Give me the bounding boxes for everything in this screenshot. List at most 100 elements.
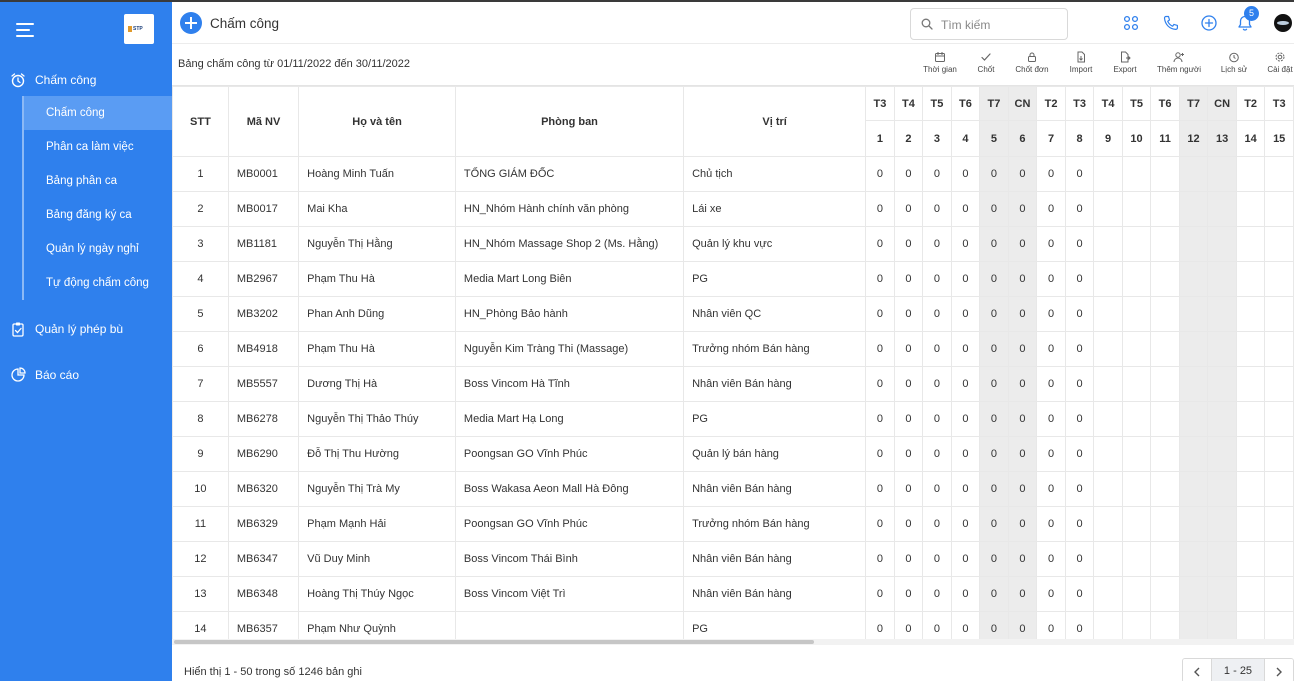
- day-cell[interactable]: [1207, 506, 1237, 542]
- day-cell[interactable]: 0: [865, 226, 895, 262]
- day-cell[interactable]: 0: [893, 331, 924, 367]
- day-cell[interactable]: [1121, 436, 1152, 472]
- day-cell[interactable]: 0: [865, 506, 895, 542]
- day-cell[interactable]: [1093, 436, 1123, 472]
- day-cell[interactable]: 0: [979, 611, 1009, 642]
- previous-page-button[interactable]: [1183, 659, 1211, 681]
- day-cell[interactable]: [1093, 541, 1123, 577]
- day-cell[interactable]: 0: [865, 611, 895, 642]
- day-cell[interactable]: [1235, 366, 1266, 402]
- table-row[interactable]: 7 MB5557 Dương Thị Hà Boss Vincom Hà Tĩnh Nh…: [172, 366, 1294, 402]
- day-cell[interactable]: [1093, 296, 1123, 332]
- day-cell[interactable]: 0: [1064, 541, 1095, 577]
- day-cell[interactable]: [1093, 331, 1123, 367]
- day-cell[interactable]: 0: [922, 296, 952, 332]
- day-cell[interactable]: 0: [1064, 576, 1095, 612]
- day-cell[interactable]: [1093, 226, 1123, 262]
- day-cell[interactable]: 0: [865, 436, 895, 472]
- day-cell[interactable]: 0: [893, 541, 924, 577]
- day-cell[interactable]: [1207, 191, 1237, 227]
- day-cell[interactable]: [1121, 471, 1152, 507]
- day-cell[interactable]: [1207, 436, 1237, 472]
- day-cell[interactable]: [1121, 401, 1152, 437]
- day-cell[interactable]: 0: [893, 261, 924, 297]
- day-cell[interactable]: 0: [979, 541, 1009, 577]
- day-cell[interactable]: [1121, 541, 1152, 577]
- day-cell[interactable]: 0: [1036, 156, 1066, 192]
- lock-requests-button[interactable]: Chốt đơn: [1010, 51, 1054, 74]
- day-cell[interactable]: 0: [893, 156, 924, 192]
- day-cell[interactable]: [1235, 436, 1266, 472]
- day-cell[interactable]: 0: [893, 226, 924, 262]
- day-cell[interactable]: 0: [1036, 331, 1066, 367]
- day-cell[interactable]: 0: [1007, 611, 1038, 642]
- day-cell[interactable]: 0: [865, 331, 895, 367]
- day-cell[interactable]: [1178, 331, 1209, 367]
- menu-toggle-icon[interactable]: [16, 23, 34, 37]
- day-cell[interactable]: [1178, 226, 1209, 262]
- day-cell[interactable]: [1178, 191, 1209, 227]
- day-cell[interactable]: 0: [950, 611, 981, 642]
- table-row[interactable]: 4 MB2967 Phạm Thu Hà Media Mart Long Biên PG…: [172, 261, 1294, 297]
- day-cell[interactable]: 0: [865, 191, 895, 227]
- export-button[interactable]: Export: [1103, 51, 1147, 74]
- day-cell[interactable]: [1178, 156, 1209, 192]
- day-cell[interactable]: 0: [893, 436, 924, 472]
- sidebar-item-cham-cong[interactable]: Chấm công: [24, 96, 172, 130]
- day-cell[interactable]: 0: [979, 191, 1009, 227]
- day-cell[interactable]: 0: [979, 366, 1009, 402]
- day-cell[interactable]: 0: [1064, 366, 1095, 402]
- day-cell[interactable]: 0: [893, 611, 924, 642]
- day-cell[interactable]: 0: [922, 471, 952, 507]
- day-cell[interactable]: [1121, 366, 1152, 402]
- day-cell[interactable]: 0: [950, 191, 981, 227]
- day-cell[interactable]: 0: [950, 261, 981, 297]
- day-cell[interactable]: [1150, 401, 1180, 437]
- day-cell[interactable]: 0: [1007, 576, 1038, 612]
- day-cell[interactable]: 0: [893, 296, 924, 332]
- day-cell[interactable]: 0: [1064, 261, 1095, 297]
- day-cell[interactable]: 0: [893, 366, 924, 402]
- day-cell[interactable]: [1150, 576, 1180, 612]
- search-input[interactable]: [941, 16, 1061, 34]
- day-cell[interactable]: [1150, 366, 1180, 402]
- day-cell[interactable]: [1178, 401, 1209, 437]
- day-cell[interactable]: 0: [1036, 506, 1066, 542]
- day-cell[interactable]: [1150, 156, 1180, 192]
- day-cell[interactable]: 0: [950, 576, 981, 612]
- day-cell[interactable]: 0: [979, 436, 1009, 472]
- day-cell[interactable]: 0: [865, 366, 895, 402]
- sidebar-item-quan-ly-ngay-nghi[interactable]: Quản lý ngày nghỉ: [24, 232, 172, 266]
- day-cell[interactable]: 0: [1064, 156, 1095, 192]
- day-cell[interactable]: [1207, 401, 1237, 437]
- day-cell[interactable]: [1235, 191, 1266, 227]
- day-cell[interactable]: [1178, 506, 1209, 542]
- day-cell[interactable]: [1178, 436, 1209, 472]
- day-cell[interactable]: [1264, 506, 1294, 542]
- day-cell[interactable]: 0: [950, 471, 981, 507]
- day-cell[interactable]: 0: [950, 506, 981, 542]
- day-cell[interactable]: 0: [950, 366, 981, 402]
- day-cell[interactable]: 0: [922, 226, 952, 262]
- table-row[interactable]: 13 MB6348 Hoàng Thị Thúy Ngọc Boss Vincom V…: [172, 576, 1294, 612]
- day-cell[interactable]: [1235, 156, 1266, 192]
- day-cell[interactable]: 0: [893, 471, 924, 507]
- day-cell[interactable]: [1121, 331, 1152, 367]
- day-cell[interactable]: 0: [979, 401, 1009, 437]
- day-cell[interactable]: 0: [922, 261, 952, 297]
- day-cell[interactable]: 0: [979, 156, 1009, 192]
- day-cell[interactable]: [1150, 191, 1180, 227]
- day-cell[interactable]: [1093, 156, 1123, 192]
- day-cell[interactable]: 0: [922, 541, 952, 577]
- day-cell[interactable]: 0: [865, 261, 895, 297]
- day-cell[interactable]: 0: [1064, 506, 1095, 542]
- day-cell[interactable]: 0: [1064, 191, 1095, 227]
- day-cell[interactable]: [1178, 541, 1209, 577]
- sidebar-item-tu-dong-cham-cong[interactable]: Tự động chấm công: [24, 266, 172, 300]
- day-cell[interactable]: [1121, 506, 1152, 542]
- day-cell[interactable]: [1207, 296, 1237, 332]
- day-cell[interactable]: [1150, 296, 1180, 332]
- day-cell[interactable]: 0: [1064, 611, 1095, 642]
- day-cell[interactable]: 0: [979, 471, 1009, 507]
- day-cell[interactable]: [1121, 261, 1152, 297]
